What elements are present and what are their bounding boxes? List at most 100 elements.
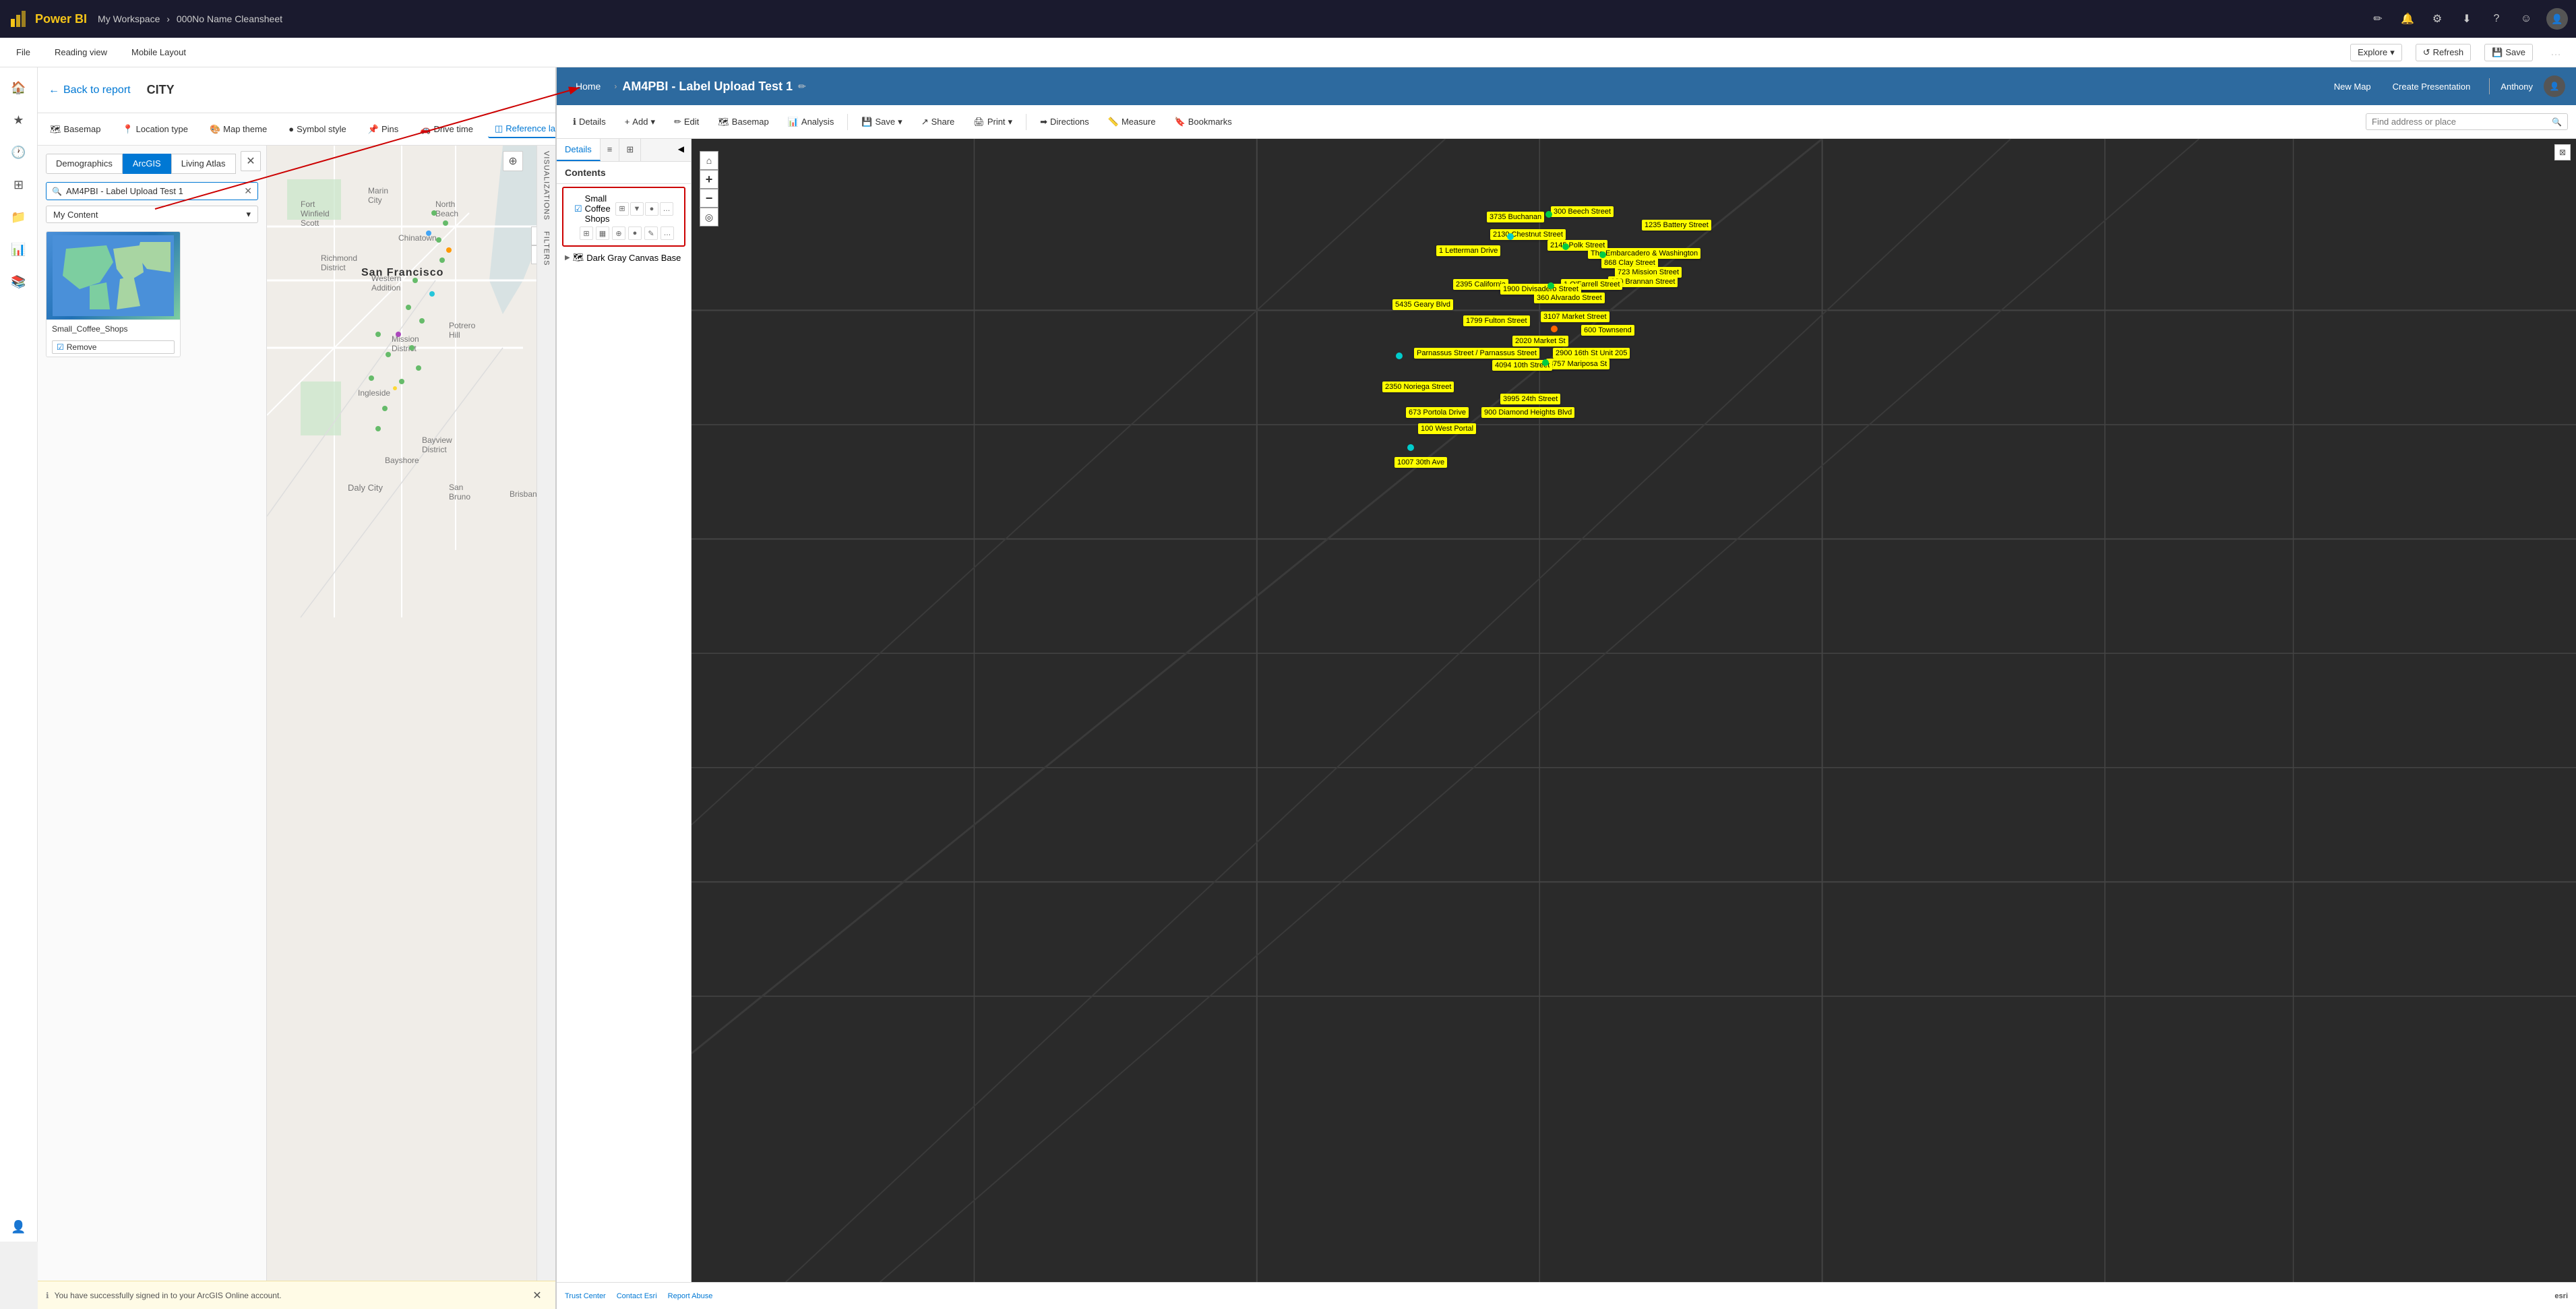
symbol-style-btn[interactable]: ● Symbol style	[282, 121, 353, 137]
explore-button[interactable]: Explore ▾	[2350, 44, 2402, 61]
label-3735-buchanan[interactable]: 3735 Buchanan	[1487, 212, 1544, 222]
label-2350-noriega[interactable]: 2350 Noriega Street	[1382, 382, 1454, 392]
sub-tool-1[interactable]: ⊞	[580, 226, 593, 240]
label-360-alvarado[interactable]: 360 Alvarado Street	[1534, 293, 1605, 303]
visualizations-label[interactable]: VISUALIZATIONS	[541, 146, 552, 226]
arcgis-zoom-in-btn[interactable]: +	[700, 170, 718, 189]
label-2020-market[interactable]: 2020 Market St	[1512, 336, 1568, 346]
basemap-agis-btn[interactable]: 🗺 Basemap	[710, 114, 776, 130]
sub-tool-3[interactable]: ⊕	[612, 226, 625, 240]
label-parnassus[interactable]: Parnassus Street / Parnassus Street	[1414, 348, 1539, 359]
label-1799-fulton[interactable]: 1799 Fulton Street	[1463, 315, 1530, 326]
user-avatar-arcgis[interactable]: 👤	[2544, 75, 2565, 97]
sub-tool-5[interactable]: ✎	[644, 226, 658, 240]
sidebar-item-home[interactable]: 🏠	[4, 73, 34, 102]
new-map-btn[interactable]: New Map	[2326, 79, 2379, 94]
label-3757-mariposa[interactable]: 3757 Mariposa St	[1546, 359, 1609, 369]
filters-label[interactable]: FILTERS	[541, 226, 552, 271]
layer-more-btn[interactable]: …	[660, 202, 673, 216]
label-1007-30th[interactable]: 1007 30th Ave	[1394, 457, 1447, 468]
sub-tool-4[interactable]: ●	[628, 226, 642, 240]
content-dropdown[interactable]: My Content ▾	[46, 206, 258, 223]
demographics-tab[interactable]: Demographics	[46, 154, 123, 174]
label-1235-battery[interactable]: 1235 Battery Street	[1642, 220, 1711, 231]
pins-btn[interactable]: 📌 Pins	[361, 121, 405, 138]
label-3107-market[interactable]: 3107 Market Street	[1541, 311, 1609, 322]
bookmarks-btn[interactable]: 🔖 Bookmarks	[1167, 114, 1240, 130]
label-600-townsend[interactable]: 600 Townsend	[1581, 325, 1634, 336]
label-2900-16th[interactable]: 2900 16th St Unit 205	[1553, 348, 1630, 359]
help-icon[interactable]: ?	[2487, 9, 2506, 28]
sidebar-item-apps[interactable]: ⊞	[4, 170, 34, 200]
measure-btn[interactable]: 📏 Measure	[1100, 114, 1164, 130]
sub-tool-more[interactable]: …	[661, 226, 674, 240]
layer-checkbox[interactable]: ☑	[574, 204, 582, 214]
refresh-button[interactable]: ↺ Refresh	[2416, 44, 2471, 61]
arcgis-tab[interactable]: ArcGIS	[123, 154, 171, 174]
edit-title-icon[interactable]: ✏	[798, 81, 806, 92]
settings-icon[interactable]: ⚙	[2428, 9, 2447, 28]
save-button[interactable]: 💾 Save	[2484, 44, 2533, 61]
panel-collapse-arrow[interactable]: ◀	[671, 139, 691, 161]
layer-search-box[interactable]: 🔍 ✕	[46, 182, 258, 200]
label-letterman[interactable]: 1 Letterman Drive	[1436, 245, 1500, 256]
label-673-portola[interactable]: 673 Portola Drive	[1406, 407, 1469, 418]
label-2130-chestnut[interactable]: 2130 Chestnut Street	[1490, 229, 1566, 240]
layer-expand-icon[interactable]: ▶	[565, 254, 570, 262]
label-5435-geary[interactable]: 5435 Geary Blvd	[1392, 299, 1453, 310]
drive-time-btn[interactable]: 🚗 Drive time	[413, 121, 480, 138]
arcgis-home-btn[interactable]: ⌂	[700, 151, 718, 170]
edit-btn[interactable]: ✏ Edit	[666, 114, 707, 130]
report-abuse-link[interactable]: Report Abuse	[668, 1292, 713, 1300]
living-atlas-tab[interactable]: Living Atlas	[171, 154, 236, 174]
contact-esri-link[interactable]: Contact Esri	[617, 1292, 657, 1300]
tools-panel-close-btn[interactable]: ✕	[241, 151, 261, 171]
basemap-btn[interactable]: 🗺 Basemap	[43, 121, 107, 138]
file-menu[interactable]: File	[11, 44, 36, 60]
label-diamond-heights[interactable]: 900 Diamond Heights Blvd	[1481, 407, 1574, 418]
status-close-btn[interactable]: ✕	[527, 1285, 547, 1306]
create-presentation-btn[interactable]: Create Presentation	[2385, 79, 2479, 94]
sidebar-item-metrics[interactable]: 📊	[4, 235, 34, 264]
sidebar-item-user[interactable]: 👤	[4, 1212, 34, 1242]
sidebar-item-recent[interactable]: 🕐	[4, 138, 34, 167]
download-icon[interactable]: ⬇	[2457, 9, 2476, 28]
grid-tab[interactable]: ⊞	[619, 139, 641, 161]
map-theme-btn[interactable]: 🎨 Map theme	[203, 121, 274, 138]
user-avatar[interactable]: 👤	[2546, 8, 2568, 30]
arcgis-locate-btn[interactable]: ◎	[700, 208, 718, 226]
notification-icon[interactable]: 🔔	[2398, 9, 2417, 28]
layer-search-input[interactable]	[66, 186, 240, 196]
layer-filter-btn[interactable]: ▼	[630, 202, 644, 216]
remove-layer-btn[interactable]: ☑ Remove	[52, 340, 175, 354]
label-300-beech[interactable]: 300 Beech Street	[1551, 206, 1614, 217]
directions-btn[interactable]: ➡ Directions	[1032, 114, 1097, 130]
details-tab[interactable]: Details	[557, 139, 601, 161]
sub-tool-2[interactable]: ▦	[596, 226, 609, 240]
share-btn[interactable]: ↗ Share	[913, 114, 963, 130]
back-to-report-link[interactable]: ← Back to report	[49, 84, 131, 96]
home-nav-btn[interactable]: Home	[568, 78, 609, 94]
analysis-btn[interactable]: 📊 Analysis	[780, 114, 842, 130]
sidebar-item-favorites[interactable]: ★	[4, 105, 34, 135]
sidebar-item-learn[interactable]: 📚	[4, 267, 34, 297]
list-tab[interactable]: ≡	[601, 139, 620, 161]
label-100-west-portal[interactable]: 100 West Portal	[1418, 423, 1476, 434]
location-type-btn[interactable]: 📍 Location type	[115, 121, 195, 138]
emoji-icon[interactable]: ☺	[2517, 9, 2536, 28]
more-actions-icon[interactable]: …	[2546, 43, 2565, 62]
trust-center-link[interactable]: Trust Center	[565, 1292, 606, 1300]
arcgis-search-input[interactable]	[2372, 117, 2548, 127]
location-btn[interactable]: ⊕	[503, 151, 523, 171]
sidebar-item-workspaces[interactable]: 📁	[4, 202, 34, 232]
search-clear-icon[interactable]: ✕	[244, 185, 252, 197]
edit-icon[interactable]: ✏	[2368, 9, 2387, 28]
layer-table-btn[interactable]: ⊞	[615, 202, 629, 216]
reading-view-menu[interactable]: Reading view	[49, 44, 113, 60]
arcgis-search-box[interactable]: 🔍	[2366, 113, 2568, 130]
mobile-layout-menu[interactable]: Mobile Layout	[126, 44, 191, 60]
save-agis-btn[interactable]: 💾 Save ▾	[853, 114, 910, 130]
arcgis-zoom-out-btn[interactable]: −	[700, 189, 718, 208]
layer-style-btn[interactable]: ●	[645, 202, 658, 216]
details-btn[interactable]: ℹ Details	[565, 114, 614, 130]
